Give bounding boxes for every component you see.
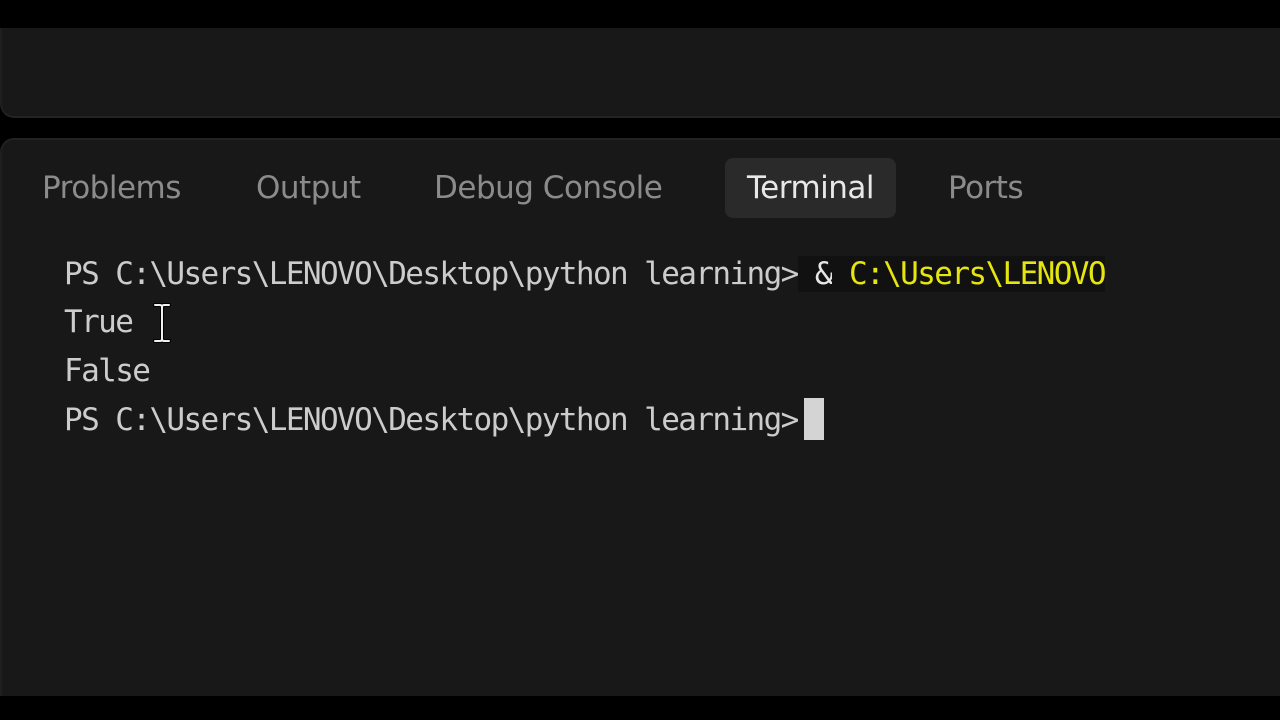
tab-debug-console[interactable]: Debug Console: [434, 158, 663, 218]
panel-tab-bar: Problems Output Debug Console Terminal P…: [2, 152, 1280, 218]
tab-output[interactable]: Output: [256, 158, 361, 218]
tab-terminal[interactable]: Terminal: [725, 158, 897, 218]
tab-ports[interactable]: Ports: [948, 158, 1024, 218]
call-operator-space: [797, 256, 815, 292]
terminal-line-command: PS C:\Users\LENOVO\Desktop\python learni…: [64, 250, 1107, 298]
tab-problems[interactable]: Problems: [42, 158, 181, 218]
i-beam-cursor-icon: [153, 303, 171, 343]
terminal-prompt: PS C:\Users\LENOVO\Desktop\python learni…: [64, 256, 799, 292]
command-path: C:\Users\LENOVO: [848, 256, 1107, 292]
output-text: True: [64, 304, 134, 340]
bottom-panel: Problems Output Debug Console Terminal P…: [0, 138, 1280, 696]
terminal-line-output: False: [64, 347, 151, 395]
call-operator-space: [831, 256, 849, 292]
terminal-cursor: [803, 397, 824, 440]
terminal-prompt: PS C:\Users\LENOVO\Desktop\python learni…: [64, 402, 799, 438]
terminal-output[interactable]: PS C:\Users\LENOVO\Desktop\python learni…: [64, 250, 1280, 680]
letterbox-bottom: [0, 696, 1280, 720]
terminal-line-output: True: [64, 298, 171, 346]
terminal-line-prompt: PS C:\Users\LENOVO\Desktop\python learni…: [64, 396, 824, 444]
screen: Problems Output Debug Console Terminal P…: [0, 0, 1280, 720]
editor-area[interactable]: [0, 28, 1280, 118]
call-operator: &: [814, 256, 833, 292]
output-text: False: [64, 353, 151, 389]
